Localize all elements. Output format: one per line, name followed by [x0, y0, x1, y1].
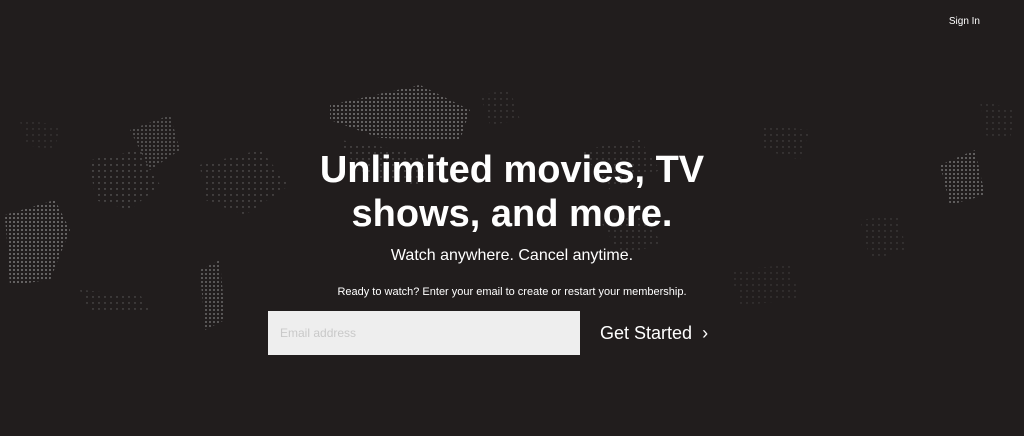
get-started-button[interactable]: Get Started › — [600, 311, 708, 355]
sign-in-link[interactable]: Sign In — [949, 16, 980, 27]
email-signup-form: Get Started › — [268, 311, 748, 355]
get-started-label: Get Started — [600, 322, 693, 343]
chevron-right-icon: › — [702, 322, 709, 343]
headline-line-2: shows, and more. — [351, 193, 673, 235]
headline-line-1: Unlimited movies, TV — [319, 149, 705, 191]
subheadline: Watch anywhere. Cancel anytime. — [390, 247, 634, 264]
cta-text: Ready to watch? Enter your email to crea… — [337, 286, 687, 298]
email-field[interactable] — [268, 311, 580, 355]
hero-section: Sign In Unlimited movies, TV shows, and … — [0, 0, 1024, 436]
page-title: Unlimited movies, TV shows, and more. — [0, 148, 1024, 236]
